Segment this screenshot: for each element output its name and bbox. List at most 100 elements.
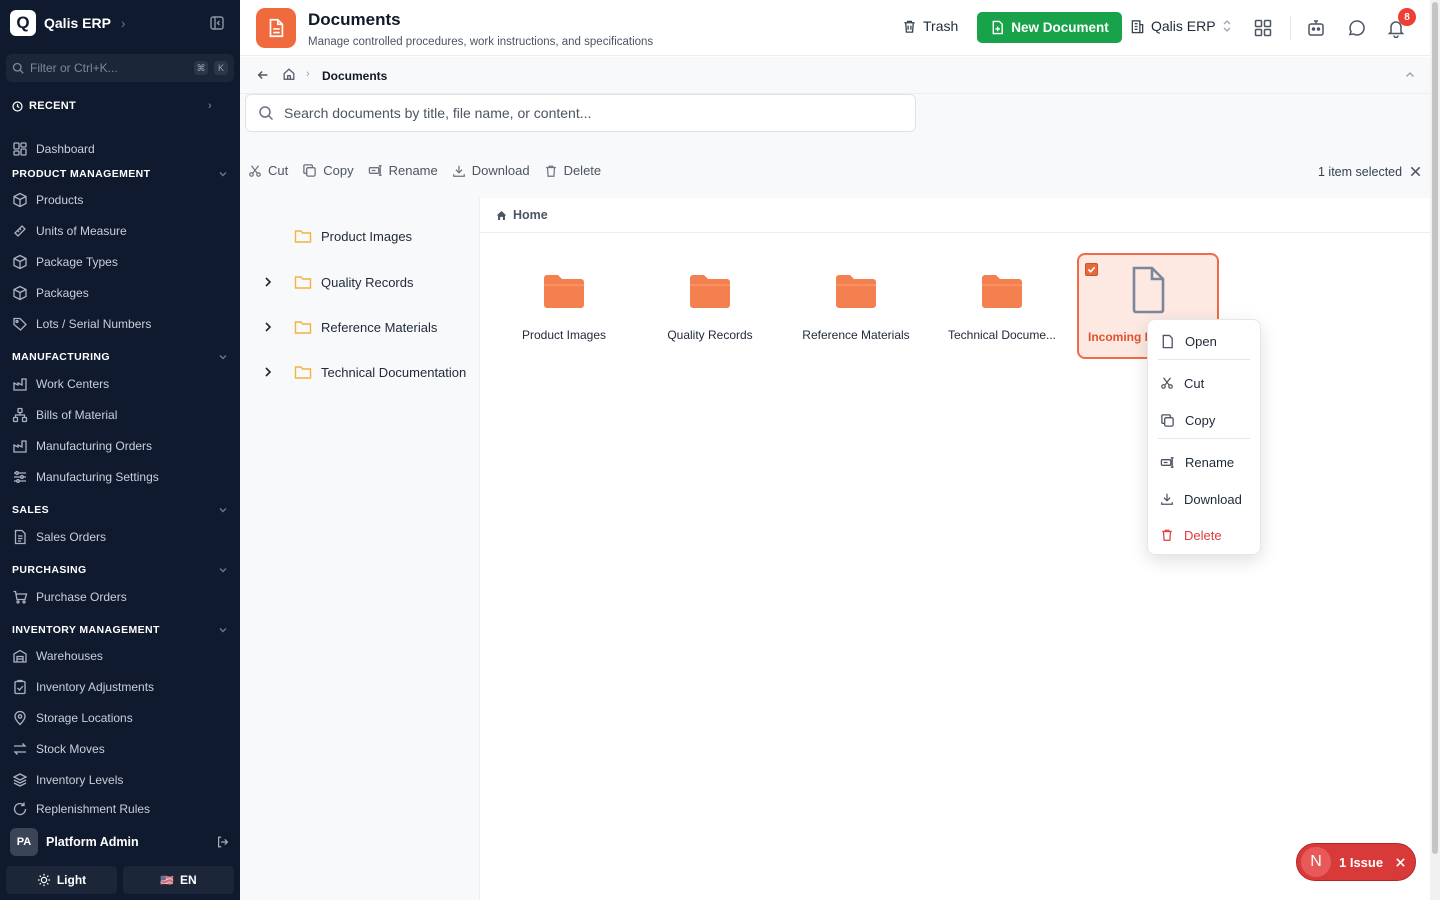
page-title: Documents — [308, 10, 401, 29]
sidebar-item-manufacturing-settings[interactable]: Manufacturing Settings — [12, 466, 232, 488]
section-manufacturing[interactable]: MANUFACTURING — [12, 351, 228, 363]
sidebar-item-units-of-measure[interactable]: Units of Measure — [12, 220, 232, 242]
menu-item-delete[interactable]: Delete — [1160, 523, 1256, 547]
close-icon[interactable] — [1409, 165, 1422, 178]
sidebar-item-label: Manufacturing Settings — [36, 470, 159, 484]
sidebar-item-products[interactable]: Products — [12, 189, 232, 211]
folder-tile[interactable]: Quality Records — [640, 254, 780, 358]
tree-item-label: Quality Records — [321, 274, 414, 290]
logout-icon[interactable] — [216, 835, 230, 849]
sidebar-item-package-types[interactable]: Package Types — [12, 251, 232, 273]
theme-toggle-button[interactable]: Light — [6, 866, 117, 894]
sidebar-item-inventory-levels[interactable]: Inventory Levels — [12, 769, 232, 791]
section-purchasing[interactable]: PURCHASING — [12, 564, 228, 576]
chevron-right-icon[interactable] — [262, 366, 274, 378]
menu-item-open[interactable]: Open — [1160, 329, 1256, 353]
language-button[interactable]: 🇺🇸 EN — [123, 866, 234, 894]
rename-label: Rename — [388, 163, 438, 178]
factory-icon — [13, 378, 27, 391]
recent-section[interactable]: RECENT › — [12, 100, 212, 112]
box-icon — [13, 192, 27, 208]
sidebar-item-work-centers[interactable]: Work Centers — [12, 373, 232, 395]
folder-tile[interactable]: Product Images — [494, 254, 634, 358]
sidebar-item-inventory-adjustments[interactable]: Inventory Adjustments — [12, 676, 232, 698]
back-arrow-icon[interactable] — [256, 68, 270, 82]
document-icon — [256, 8, 296, 48]
chevron-up-icon[interactable] — [1404, 69, 1416, 81]
content-breadcrumb[interactable]: Home — [496, 208, 548, 222]
section-title: PRODUCT MANAGEMENT — [12, 168, 151, 180]
sidebar-item-purchase-orders[interactable]: Purchase Orders — [12, 586, 232, 608]
document-search[interactable] — [245, 94, 916, 132]
sidebar-item-label: Stock Moves — [36, 742, 105, 756]
menu-item-cut[interactable]: Cut — [1160, 371, 1256, 395]
folder-tile[interactable]: Technical Docume... — [932, 254, 1072, 358]
tree-item-product-images[interactable]: Product Images — [240, 222, 478, 250]
selection-checkbox[interactable] — [1085, 263, 1098, 276]
sidebar-item-sales-orders[interactable]: Sales Orders — [12, 526, 232, 548]
issue-toast[interactable]: N 1 Issue — [1296, 843, 1416, 881]
home-icon — [496, 210, 507, 220]
avatar: PA — [10, 828, 38, 856]
chat-icon[interactable] — [1346, 18, 1366, 38]
menu-item-download[interactable]: Download — [1160, 487, 1256, 511]
filter-input[interactable]: Filter or Ctrl+K... ⌘ K — [6, 54, 234, 82]
new-document-label: New Document — [1011, 20, 1109, 35]
bot-icon[interactable] — [1306, 18, 1326, 38]
chevron-down-icon — [219, 568, 227, 573]
org-label: Qalis ERP — [1151, 18, 1216, 34]
sidebar-item-warehouses[interactable]: Warehouses — [12, 645, 232, 667]
rename-button[interactable]: Rename — [368, 163, 438, 178]
sidebar-item-dashboard[interactable]: Dashboard — [12, 138, 232, 160]
sidebar-item-label: Units of Measure — [36, 224, 127, 238]
sidebar-item-label: Bills of Material — [36, 408, 118, 422]
menu-item-copy[interactable]: Copy — [1160, 408, 1256, 432]
chevron-right-icon: › — [120, 15, 126, 31]
sidebar-item-manufacturing-orders[interactable]: Manufacturing Orders — [12, 435, 232, 457]
delete-button[interactable]: Delete — [544, 163, 602, 178]
tree-item-quality-records[interactable]: Quality Records — [240, 268, 478, 296]
clock-icon — [12, 100, 23, 112]
sidebar-item-label: Replenishment Rules — [36, 802, 151, 816]
folder-icon — [294, 276, 312, 289]
collapse-sidebar-icon[interactable] — [209, 15, 225, 31]
section-product-management[interactable]: PRODUCT MANAGEMENT — [12, 168, 228, 180]
tree-item-reference-materials[interactable]: Reference Materials — [240, 313, 478, 341]
chevron-right-icon[interactable] — [262, 321, 274, 333]
sidebar-item-replenishment-rules[interactable]: Replenishment Rules — [12, 800, 232, 818]
new-document-button[interactable]: New Document — [977, 12, 1122, 43]
delete-label: Delete — [563, 163, 602, 178]
cut-button[interactable]: Cut — [248, 163, 288, 178]
section-title: PURCHASING — [12, 564, 87, 576]
tree-item-technical-documentation[interactable]: Technical Documentation — [240, 358, 478, 386]
brand[interactable]: Q Qalis ERP › — [10, 10, 126, 36]
section-sales[interactable]: SALES — [12, 504, 228, 516]
home-icon[interactable] — [282, 67, 296, 81]
apps-grid-icon[interactable] — [1253, 18, 1273, 38]
scrollbar[interactable] — [1430, 0, 1440, 900]
sidebar-item-storage-locations[interactable]: Storage Locations — [12, 707, 232, 729]
dashboard-icon — [13, 142, 27, 156]
rename-icon — [368, 165, 382, 176]
close-icon[interactable] — [1395, 857, 1406, 868]
section-inventory-management[interactable]: INVENTORY MANAGEMENT — [12, 624, 228, 636]
download-button[interactable]: Download — [452, 163, 530, 178]
tree-item-label: Product Images — [321, 228, 413, 244]
sidebar-item-packages[interactable]: Packages — [12, 282, 232, 304]
folder-tile[interactable]: Reference Materials — [786, 254, 926, 358]
sidebar-item-label: Purchase Orders — [36, 590, 127, 604]
copy-button[interactable]: Copy — [302, 163, 354, 178]
chevron-down-icon — [219, 508, 227, 513]
menu-item-label: Delete — [1184, 527, 1222, 543]
menu-item-rename[interactable]: Rename — [1160, 450, 1256, 474]
trash-button[interactable]: Trash — [902, 18, 958, 34]
sidebar: Q Qalis ERP › Filter or Ctrl+K... ⌘ K RE… — [0, 0, 240, 900]
chevron-right-icon[interactable] — [262, 276, 274, 288]
search-input[interactable] — [284, 105, 903, 121]
sidebar-item-stock-moves[interactable]: Stock Moves — [12, 738, 232, 760]
sidebar-item-lots-serial-numbers[interactable]: Lots / Serial Numbers — [12, 313, 232, 335]
user-profile[interactable]: PA Platform Admin — [10, 828, 230, 856]
sidebar-item-bills-of-material[interactable]: Bills of Material — [12, 404, 232, 426]
scrollbar-thumb[interactable] — [1432, 2, 1438, 854]
org-switcher[interactable]: Qalis ERP — [1130, 18, 1232, 34]
